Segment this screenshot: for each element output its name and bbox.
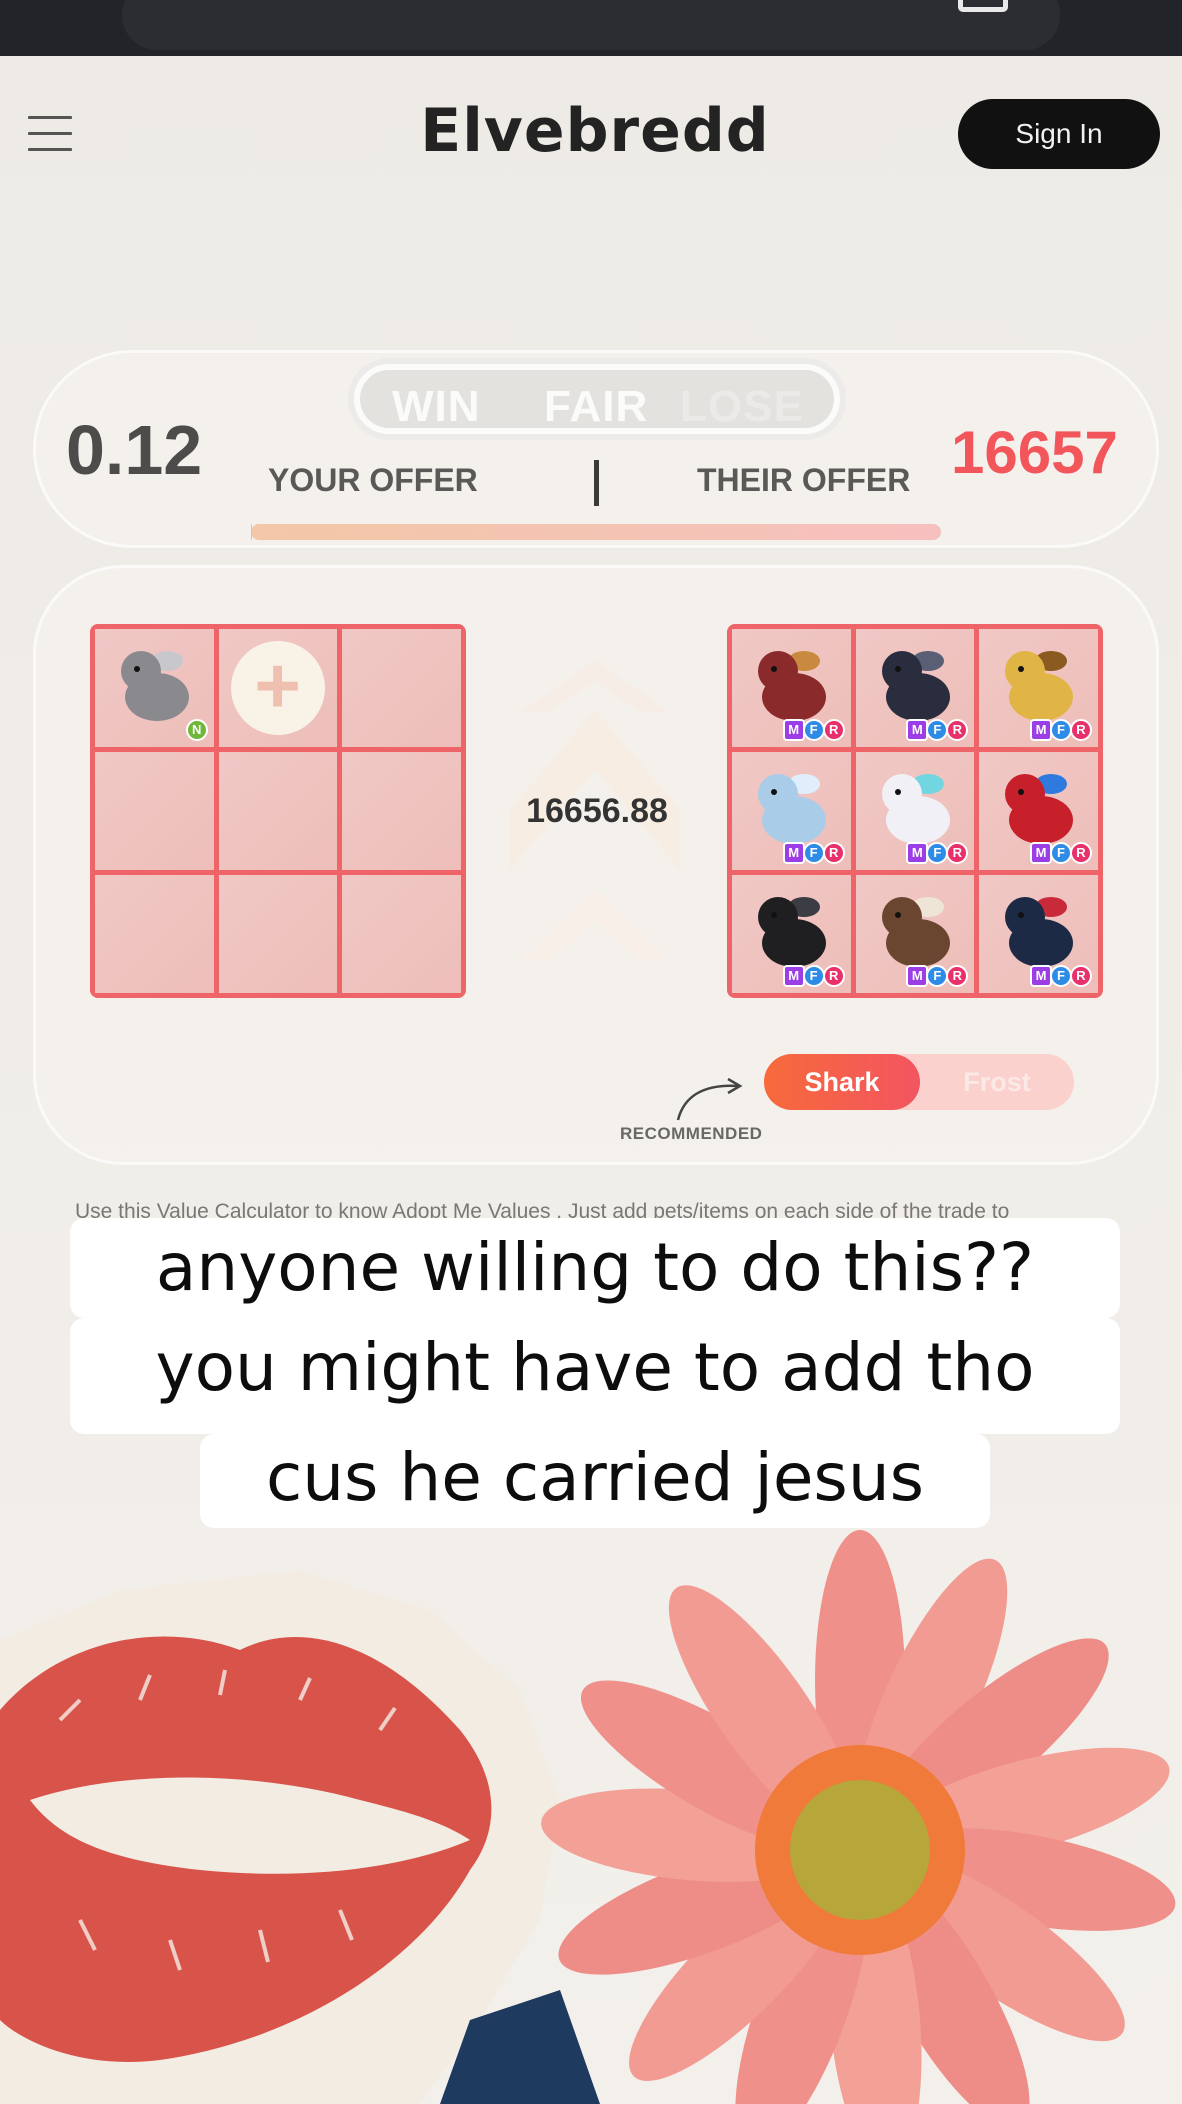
- collage-sticker: [0, 1530, 1176, 2104]
- their-offer-slot[interactable]: MFR: [855, 629, 975, 747]
- their-offer-slot[interactable]: MFR: [732, 629, 851, 747]
- badge-r-icon: R: [1069, 842, 1092, 864]
- offer-balance-bar: [251, 524, 941, 540]
- pet-giraffe-icon: [1005, 651, 1074, 721]
- mode-shark[interactable]: Shark: [764, 1054, 920, 1110]
- badge-r-icon: R: [946, 965, 969, 987]
- badge-r-icon: R: [1069, 965, 1092, 987]
- their-offer-slot[interactable]: MFR: [732, 875, 851, 993]
- their-offer-slot[interactable]: MFR: [979, 629, 1098, 747]
- their-offer-value: 16657: [951, 419, 1118, 486]
- badge-m-icon: M: [906, 965, 929, 987]
- badge-f-icon: F: [1049, 719, 1072, 741]
- add-item-button[interactable]: +: [230, 641, 325, 735]
- sign-in-button[interactable]: Sign In: [958, 99, 1160, 169]
- curved-arrow-icon: [676, 1077, 743, 1121]
- outcome-toggle: WIN FAIR LOSE: [348, 358, 846, 440]
- outcome-win: WIN: [392, 382, 481, 431]
- caption-line-2: you might have to add tho: [70, 1318, 1120, 1434]
- outcome-lose: LOSE: [680, 382, 804, 431]
- pet-parrot-icon: [1005, 774, 1074, 844]
- your-offer-slot[interactable]: [218, 875, 338, 993]
- badge-f-icon: F: [926, 842, 949, 864]
- their-offer-slot[interactable]: MFR: [732, 752, 851, 870]
- your-offer-slot[interactable]: [342, 752, 461, 870]
- pet-badges: MFR: [1029, 719, 1092, 741]
- badge-f-icon: F: [802, 842, 825, 864]
- flower-image: [541, 1530, 1176, 2104]
- your-offer-slot[interactable]: [218, 752, 338, 870]
- their-offer-slot[interactable]: MFR: [855, 752, 975, 870]
- pet-unicorn-icon: [881, 774, 950, 844]
- your-offer-slot[interactable]: +: [218, 629, 338, 747]
- badge-f-icon: F: [802, 719, 825, 741]
- menu-icon[interactable]: [28, 116, 72, 152]
- pet-badges: MFR: [782, 842, 845, 864]
- pet-bat-dragon-icon: [758, 651, 826, 721]
- badge-r-icon: R: [1069, 719, 1092, 741]
- badge-f-icon: F: [926, 965, 949, 987]
- badge-n-icon: N: [185, 719, 208, 741]
- badge-r-icon: R: [822, 965, 845, 987]
- offer-divider: [594, 460, 599, 506]
- your-offer-slot[interactable]: [342, 875, 461, 993]
- caption-line-1: anyone willing to do this??: [70, 1218, 1120, 1318]
- badge-f-icon: F: [1049, 842, 1072, 864]
- pet-frost-dragon-icon: [758, 774, 826, 844]
- mode-toggle[interactable]: Shark Frost: [764, 1054, 1074, 1110]
- pet-badges: MFR: [906, 842, 969, 864]
- pet-badges: MFR: [1029, 842, 1092, 864]
- your-offer-value: 0.12: [66, 411, 203, 489]
- your-offer-label: YOUR OFFER: [268, 462, 478, 498]
- badge-m-icon: M: [1029, 842, 1052, 864]
- badge-m-icon: M: [1029, 965, 1052, 987]
- pet-badges: MFR: [906, 719, 969, 741]
- browser-bar: [0, 0, 1182, 56]
- badge-r-icon: R: [946, 719, 969, 741]
- their-offer-slot[interactable]: MFR: [979, 752, 1098, 870]
- badge-r-icon: R: [946, 842, 969, 864]
- their-offer-grid: MFRMFRMFRMFRMFRMFRMFRMFRMFR: [727, 624, 1103, 998]
- address-bar[interactable]: [122, 0, 1060, 50]
- your-offer-slot[interactable]: [342, 629, 461, 747]
- badge-r-icon: R: [822, 719, 845, 741]
- outcome-fair: FAIR: [544, 382, 649, 431]
- badge-f-icon: F: [1049, 965, 1072, 987]
- tabs-icon[interactable]: [958, 0, 1008, 12]
- their-offer-slot[interactable]: MFR: [855, 875, 975, 993]
- pet-badges: MFR: [782, 719, 845, 741]
- badge-m-icon: M: [906, 842, 929, 864]
- mode-frost[interactable]: Frost: [920, 1054, 1074, 1110]
- recommended-label: RECOMMENDED: [620, 1124, 763, 1143]
- pet-shadow-dragon-icon: [881, 651, 950, 721]
- their-offer-label: THEIR OFFER: [697, 462, 911, 498]
- pet-evil-unicorn-icon: [1005, 897, 1074, 967]
- pet-donkey-icon: [121, 651, 189, 721]
- pet-owl-icon: [881, 897, 950, 967]
- your-offer-slot[interactable]: N: [95, 629, 214, 747]
- badge-m-icon: M: [782, 842, 805, 864]
- pet-badges: N: [185, 719, 208, 741]
- site-logo[interactable]: Elvebredd: [400, 96, 790, 166]
- badge-r-icon: R: [822, 842, 845, 864]
- badge-f-icon: F: [926, 719, 949, 741]
- pet-badges: MFR: [782, 965, 845, 987]
- pet-crow-icon: [758, 897, 826, 967]
- your-offer-grid: N +: [90, 624, 466, 998]
- your-offer-slot[interactable]: [95, 752, 214, 870]
- badge-m-icon: M: [782, 719, 805, 741]
- pet-badges: MFR: [1029, 965, 1092, 987]
- pet-badges: MFR: [906, 965, 969, 987]
- badge-m-icon: M: [906, 719, 929, 741]
- offer-balance-fill: [251, 524, 252, 540]
- value-difference: 16656.88: [526, 792, 668, 830]
- badge-m-icon: M: [782, 965, 805, 987]
- your-offer-slot[interactable]: [95, 875, 214, 993]
- badge-f-icon: F: [802, 965, 825, 987]
- their-offer-slot[interactable]: MFR: [979, 875, 1098, 993]
- badge-m-icon: M: [1029, 719, 1052, 741]
